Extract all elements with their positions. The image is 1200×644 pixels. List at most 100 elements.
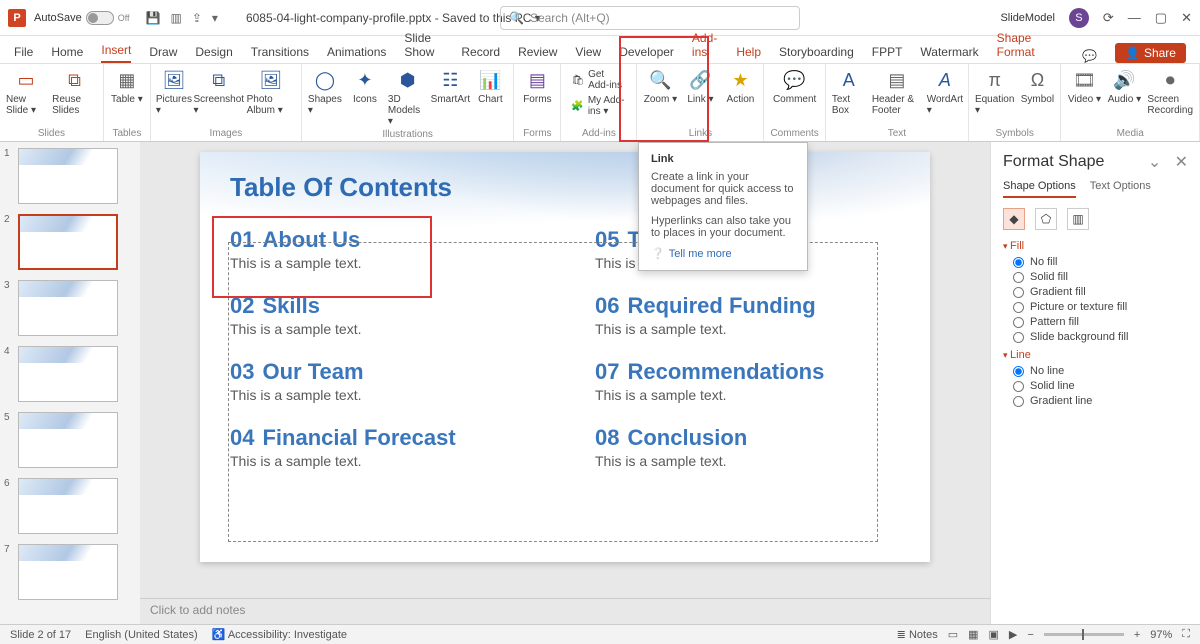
zoom-slider[interactable]: [1044, 633, 1124, 636]
zoom-value[interactable]: 97%: [1150, 629, 1172, 641]
wordart-button[interactable]: AWordArt ▾: [928, 68, 962, 116]
status-lang[interactable]: English (United States): [85, 629, 198, 641]
icons-button[interactable]: ✦Icons: [348, 68, 382, 105]
header-footer-button[interactable]: ▤Header & Footer: [872, 68, 922, 116]
status-accessibility[interactable]: ♿ Accessibility: Investigate: [212, 628, 347, 641]
fit-to-window-icon[interactable]: ⛶: [1182, 628, 1190, 641]
status-slide[interactable]: Slide 2 of 17: [10, 629, 71, 641]
tab-file[interactable]: File: [14, 45, 33, 63]
slide-thumbnails[interactable]: 1 2 3 4 5 6 7: [0, 142, 140, 624]
tab-fppt[interactable]: FPPT: [872, 45, 903, 63]
table-button[interactable]: ▦Table ▾: [110, 68, 144, 105]
notes-pane[interactable]: Click to add notes: [140, 598, 990, 624]
subtab-shape-options[interactable]: Shape Options: [1003, 180, 1076, 198]
tab-developer[interactable]: Developer: [619, 45, 674, 63]
equation-button[interactable]: πEquation ▾: [975, 68, 1014, 116]
photo-album-button[interactable]: 🖼Photo Album ▾: [247, 68, 295, 116]
get-addins-button[interactable]: 🛍Get Add-ins: [567, 68, 630, 92]
tab-shapeformat[interactable]: Shape Format: [997, 31, 1046, 63]
line-opt-solid[interactable]: Solid line: [1013, 380, 1188, 392]
chart-button[interactable]: 📊Chart: [473, 68, 507, 105]
zoom-out-icon[interactable]: −: [1027, 629, 1033, 641]
maximize-icon[interactable]: ▢: [1155, 10, 1167, 26]
ribbon-options-icon[interactable]: ⟳: [1103, 10, 1114, 26]
account-label[interactable]: SlideModel: [1000, 12, 1054, 24]
pictures-button[interactable]: 🖼Pictures ▾: [157, 68, 191, 116]
3dmodels-button[interactable]: ⬢3D Models ▾: [388, 68, 427, 127]
notes-button[interactable]: ≣ Notes: [897, 628, 938, 641]
view-slideshow-icon[interactable]: ▶: [1009, 628, 1017, 641]
tab-addins[interactable]: Add-ins: [692, 31, 718, 63]
comments-icon[interactable]: 💬: [1082, 49, 1097, 63]
fill-opt-none[interactable]: No fill: [1013, 256, 1188, 268]
thumb-4[interactable]: 4: [4, 346, 136, 402]
minimize-icon[interactable]: —: [1128, 10, 1141, 25]
tell-me-more-link[interactable]: ❔Tell me more: [651, 247, 795, 260]
thumb-6[interactable]: 6: [4, 478, 136, 534]
tab-design[interactable]: Design: [195, 45, 232, 63]
slide-area[interactable]: Table Of Contents 01About UsThis is a sa…: [140, 142, 990, 598]
screenrec-button[interactable]: ⏺Screen Recording: [1147, 68, 1193, 116]
tab-slideshow[interactable]: Slide Show: [404, 31, 443, 63]
avatar[interactable]: S: [1069, 8, 1089, 28]
close-icon[interactable]: ✕: [1181, 10, 1192, 26]
smartart-button[interactable]: ☷SmartArt: [433, 68, 467, 105]
section-line[interactable]: Line: [1003, 349, 1188, 361]
thumb-7[interactable]: 7: [4, 544, 136, 600]
audio-button[interactable]: 🔊Audio ▾: [1107, 68, 1141, 105]
search-input[interactable]: 🔍 Search (Alt+Q): [500, 6, 800, 30]
tab-review[interactable]: Review: [518, 45, 557, 63]
fill-opt-solid[interactable]: Solid fill: [1013, 271, 1188, 283]
view-sorter-icon[interactable]: ▦: [968, 628, 978, 641]
tab-view[interactable]: View: [575, 45, 601, 63]
my-addins-button[interactable]: 🧩My Add-ins ▾: [567, 94, 630, 118]
section-fill[interactable]: Fill: [1003, 240, 1188, 252]
tab-transitions[interactable]: Transitions: [251, 45, 309, 63]
thumb-1[interactable]: 1: [4, 148, 136, 204]
autosave-toggle[interactable]: AutoSave Off: [34, 11, 130, 25]
tab-draw[interactable]: Draw: [149, 45, 177, 63]
fill-opt-gradient[interactable]: Gradient fill: [1013, 286, 1188, 298]
thumb-2[interactable]: 2: [4, 214, 136, 270]
thumb-5[interactable]: 5: [4, 412, 136, 468]
reuse-slides-button[interactable]: ⧉Reuse Slides: [52, 68, 97, 116]
pane-chevron-icon[interactable]: ⌄ ✕: [1148, 152, 1188, 172]
new-slide-button[interactable]: ▭New Slide ▾: [6, 68, 46, 116]
screenshot-button[interactable]: ⧉Screenshot ▾: [197, 68, 241, 116]
export-icon[interactable]: ⇪: [192, 11, 202, 25]
comment-button[interactable]: 💬Comment: [773, 68, 816, 105]
line-opt-gradient[interactable]: Gradient line: [1013, 395, 1188, 407]
tab-home[interactable]: Home: [51, 45, 83, 63]
share-button[interactable]: 👤Share: [1115, 43, 1186, 63]
subtab-text-options[interactable]: Text Options: [1090, 180, 1151, 198]
tab-insert[interactable]: Insert: [101, 43, 131, 63]
tab-storyboarding[interactable]: Storyboarding: [779, 45, 854, 63]
zoom-button[interactable]: 🔍Zoom ▾: [643, 68, 677, 105]
toggle-icon[interactable]: [86, 11, 114, 25]
tab-record[interactable]: Record: [461, 45, 500, 63]
fill-opt-picture[interactable]: Picture or texture fill: [1013, 301, 1188, 313]
tab-watermark[interactable]: Watermark: [920, 45, 978, 63]
qat-more[interactable]: ▾: [212, 11, 218, 25]
save-icon[interactable]: 💾: [146, 11, 161, 25]
slide[interactable]: Table Of Contents 01About UsThis is a sa…: [200, 152, 930, 562]
video-button[interactable]: 🎞Video ▾: [1067, 68, 1101, 105]
link-button[interactable]: 🔗Link ▾: [683, 68, 717, 105]
effects-tab-icon[interactable]: ⬠: [1035, 208, 1057, 230]
document-title[interactable]: 6085-04-light-company-profile.pptx - Sav…: [246, 11, 541, 25]
action-button[interactable]: ★Action: [723, 68, 757, 105]
fill-opt-pattern[interactable]: Pattern fill: [1013, 316, 1188, 328]
line-opt-none[interactable]: No line: [1013, 365, 1188, 377]
view-reading-icon[interactable]: ▣: [989, 628, 999, 641]
tab-help[interactable]: Help: [736, 45, 761, 63]
zoom-in-icon[interactable]: +: [1134, 629, 1140, 641]
tab-animations[interactable]: Animations: [327, 45, 386, 63]
present-icon[interactable]: ▥: [171, 11, 182, 25]
fill-opt-slidebg[interactable]: Slide background fill: [1013, 331, 1188, 343]
size-tab-icon[interactable]: ▥: [1067, 208, 1089, 230]
textbox-button[interactable]: AText Box: [832, 68, 866, 116]
shapes-button[interactable]: ◯Shapes ▾: [308, 68, 342, 116]
view-normal-icon[interactable]: ▭: [948, 628, 958, 641]
forms-button[interactable]: ▤Forms: [520, 68, 554, 105]
symbol-button[interactable]: ΩSymbol: [1020, 68, 1054, 105]
